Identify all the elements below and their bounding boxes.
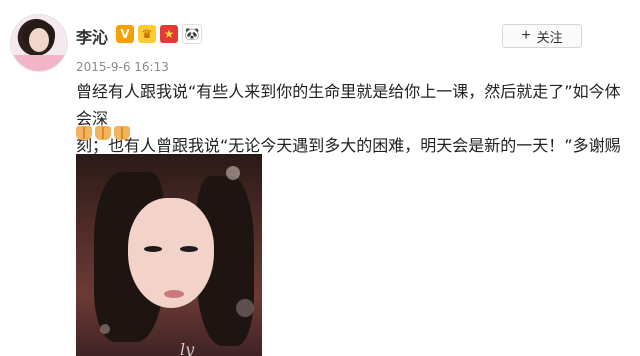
praying-hands-icon (76, 126, 92, 140)
praying-hands-emoji-row (76, 126, 130, 140)
panda-icon: 🐼 (182, 24, 202, 44)
photo-eye-right (180, 246, 198, 252)
post-photo[interactable]: ly (76, 154, 262, 356)
verified-icon: V (116, 25, 134, 43)
praying-hands-icon (95, 126, 111, 140)
username[interactable]: 李沁 (76, 24, 108, 48)
photo-bokeh (226, 166, 240, 180)
photo-lips (164, 290, 184, 298)
crown-icon: ♛ (138, 25, 156, 43)
china-flag-icon: ★ (160, 25, 178, 43)
photo-signature: ly (180, 340, 195, 356)
avatar-shirt (11, 55, 67, 71)
post-timestamp[interactable]: 2015-9-6 16:13 (76, 60, 169, 74)
follow-label: 关注 (536, 29, 563, 45)
praying-hands-icon (114, 126, 130, 140)
badges: V ♛ ★ 🐼 (116, 24, 202, 44)
photo-bokeh (100, 324, 110, 334)
avatar[interactable] (10, 14, 68, 72)
post-line-1: 曾经有人跟我说“有些人来到你的生命里就是给你上一课，然后就走了”如今体会深 (76, 82, 621, 128)
follow-button[interactable]: + 关注 (502, 24, 582, 48)
avatar-face (29, 28, 49, 52)
photo-eye-left (144, 246, 162, 252)
photo-bokeh (236, 299, 254, 317)
plus-icon: + (521, 26, 531, 44)
